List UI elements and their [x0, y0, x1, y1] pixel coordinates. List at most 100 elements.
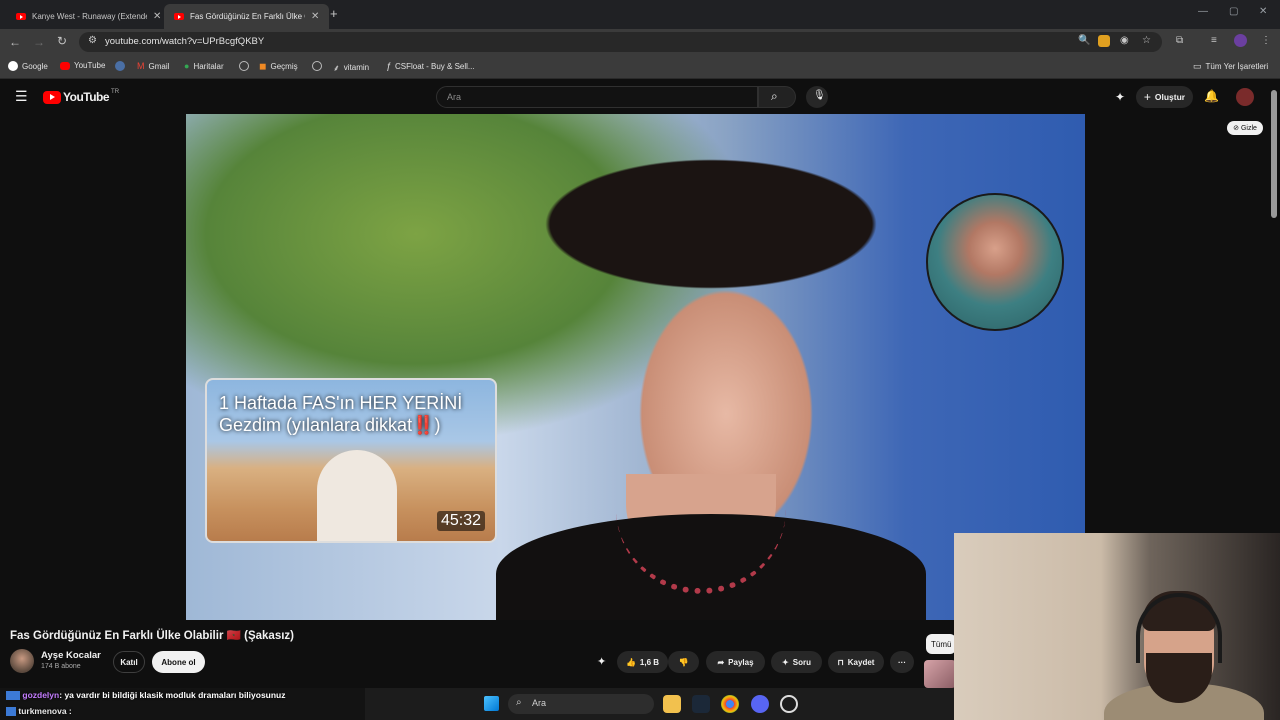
- site-info-icon[interactable]: ⚙: [88, 35, 97, 46]
- steam-icon[interactable]: [115, 61, 125, 71]
- join-button[interactable]: Katıl: [113, 651, 145, 673]
- bookmark-maps[interactable]: ● Haritalar: [184, 61, 224, 71]
- windows-start-icon[interactable]: [484, 696, 499, 711]
- extensions-puzzle-icon[interactable]: ⧉: [1176, 35, 1183, 46]
- history-icon: ◼: [259, 61, 267, 71]
- maximize-icon[interactable]: ▢: [1229, 6, 1238, 17]
- notifications-bell-icon[interactable]: 🔔: [1204, 89, 1219, 103]
- chrome-icon[interactable]: [721, 695, 739, 713]
- voice-search-button[interactable]: 🎙: [806, 86, 828, 108]
- end-card-duration: 45:32: [436, 511, 485, 531]
- search-button[interactable]: ⌕: [758, 86, 796, 108]
- end-card-title: 1 Haftada FAS'ın HER YERİNİ Gezdim (yıla…: [219, 393, 463, 435]
- globe-icon[interactable]: [239, 61, 249, 71]
- close-tab-icon[interactable]: ✕: [311, 11, 319, 22]
- globe-icon[interactable]: [312, 61, 322, 71]
- browser-tab-active[interactable]: Fas Gördüğünüz En Farklı Ülke O ✕: [164, 4, 330, 29]
- page-scrollbar[interactable]: [1271, 90, 1277, 218]
- minimize-icon[interactable]: —: [1198, 6, 1208, 17]
- bookmark-youtube[interactable]: YouTube: [60, 61, 105, 70]
- chat-message: turkmenova :: [6, 706, 72, 717]
- recommended-thumbnail[interactable]: [924, 660, 956, 688]
- browser-tab[interactable]: Kanye West - Runaway (Extended ✕: [6, 4, 171, 29]
- extension-puzzle-icon[interactable]: ✦: [1115, 90, 1125, 104]
- bookmark-google[interactable]: Google: [8, 61, 48, 71]
- menu-kebab-icon[interactable]: ⋮: [1261, 35, 1271, 46]
- dislike-button[interactable]: 👎: [668, 651, 699, 673]
- filter-chip-all[interactable]: Tümü: [926, 634, 956, 654]
- thumbs-down-icon: 👎: [678, 657, 689, 667]
- badge-icon: [6, 707, 16, 717]
- hide-button[interactable]: ⊘ Gizle: [1227, 121, 1263, 135]
- search-icon: ⌕: [771, 89, 778, 103]
- youtube-logo-icon: [43, 90, 61, 104]
- file-explorer-icon[interactable]: [663, 695, 681, 713]
- video-title: Fas Gördüğünüz En Farklı Ülke Olabilir 🇲…: [10, 630, 294, 642]
- app-circle-icon[interactable]: [780, 695, 798, 713]
- save-button[interactable]: ⊓ Kaydet: [828, 651, 884, 673]
- folder-icon: ▭: [1193, 61, 1202, 71]
- bookmark-star-icon[interactable]: ☆: [1142, 35, 1151, 46]
- youtube-favicon-icon: [16, 13, 26, 20]
- zoom-icon[interactable]: 🔍: [1078, 35, 1090, 46]
- bookmark-csfloat[interactable]: ƒ CSFloat - Buy & Sell...: [386, 61, 475, 71]
- end-screen-video-card[interactable]: 1 Haftada FAS'ın HER YERİNİ Gezdim (yıla…: [205, 378, 497, 543]
- leaf-icon: ⸙: [333, 63, 340, 73]
- youtube-favicon-icon: [174, 13, 184, 20]
- streamer-webcam: [954, 533, 1280, 720]
- taskbar-search[interactable]: ⌕ Ara: [508, 694, 654, 714]
- thumbs-up-icon: 👍: [625, 657, 636, 667]
- bookmark-vitamin[interactable]: ⸙ vitamin: [333, 61, 369, 74]
- back-icon[interactable]: ←: [9, 35, 21, 49]
- eye-off-icon: ⊘: [1233, 125, 1239, 132]
- youtube-logo[interactable]: YouTube TR: [43, 89, 119, 104]
- plus-icon: +: [1143, 90, 1151, 104]
- maps-pin-icon: ●: [184, 61, 190, 71]
- all-bookmarks[interactable]: ▭ Tüm Yer İşaretleri: [1193, 61, 1268, 72]
- close-tab-icon[interactable]: ✕: [153, 11, 161, 22]
- video-player[interactable]: [186, 114, 1085, 620]
- profile-avatar[interactable]: [1234, 34, 1247, 47]
- channel-name[interactable]: Ayşe Kocalar: [41, 650, 101, 661]
- mic-icon: 🎙: [813, 90, 826, 101]
- bookmark-gmail[interactable]: M Gmail: [137, 61, 169, 71]
- tab-title: Kanye West - Runaway (Extended: [32, 12, 147, 21]
- close-window-icon[interactable]: ✕: [1259, 6, 1267, 17]
- steam-icon[interactable]: [692, 695, 710, 713]
- bookmark-history[interactable]: ◼ Geçmiş: [259, 61, 298, 72]
- browser-tab-strip: Kanye West - Runaway (Extended ✕ Fas Gör…: [0, 0, 1280, 29]
- search-icon: ⌕: [516, 697, 522, 708]
- account-avatar[interactable]: [1236, 88, 1254, 106]
- youtube-icon: [60, 61, 70, 70]
- subscribe-button[interactable]: Abone ol: [152, 651, 205, 673]
- share-button[interactable]: ➦ Paylaş: [706, 651, 765, 673]
- windows-taskbar: [365, 688, 955, 720]
- channel-avatar[interactable]: [10, 649, 34, 673]
- url-text[interactable]: youtube.com/watch?v=UPrBcgfQKBY: [105, 36, 264, 47]
- badge-icon: [6, 691, 20, 701]
- bookmark-save-icon: ⊓: [837, 657, 844, 667]
- new-tab-button[interactable]: +: [330, 6, 338, 21]
- sparkle-icon: ✦: [782, 657, 789, 667]
- chat-message: gozdelyn: ya vardır bi bildiği klasik mo…: [6, 690, 286, 701]
- share-arrow-icon: ➦: [717, 657, 725, 667]
- card-thumbnail-person: [317, 450, 397, 541]
- google-icon: [8, 61, 18, 71]
- hamburger-menu-icon[interactable]: ☰: [15, 88, 28, 105]
- chat-username: turkmenova: [18, 706, 67, 716]
- video-pip-bubble: [926, 193, 1064, 331]
- extension-icon[interactable]: ✦: [597, 655, 606, 668]
- discord-icon[interactable]: [751, 695, 769, 713]
- forward-icon[interactable]: →: [33, 35, 45, 49]
- tab-search-icon[interactable]: ≡: [1211, 35, 1217, 46]
- eye-off-icon[interactable]: ◉: [1120, 35, 1129, 46]
- ask-button[interactable]: ✦ Soru: [771, 651, 822, 673]
- chat-text: ya vardır bi bildiği klasik modluk drama…: [64, 690, 286, 700]
- extension-icon[interactable]: [1098, 35, 1110, 47]
- search-input[interactable]: Ara: [436, 86, 758, 108]
- reload-icon[interactable]: ↻: [57, 34, 67, 48]
- like-button[interactable]: 👍 1,6 B: [617, 651, 668, 673]
- csfloat-icon: ƒ: [386, 61, 392, 71]
- create-button[interactable]: + Oluştur: [1136, 86, 1193, 108]
- more-actions-button[interactable]: ···: [890, 651, 914, 673]
